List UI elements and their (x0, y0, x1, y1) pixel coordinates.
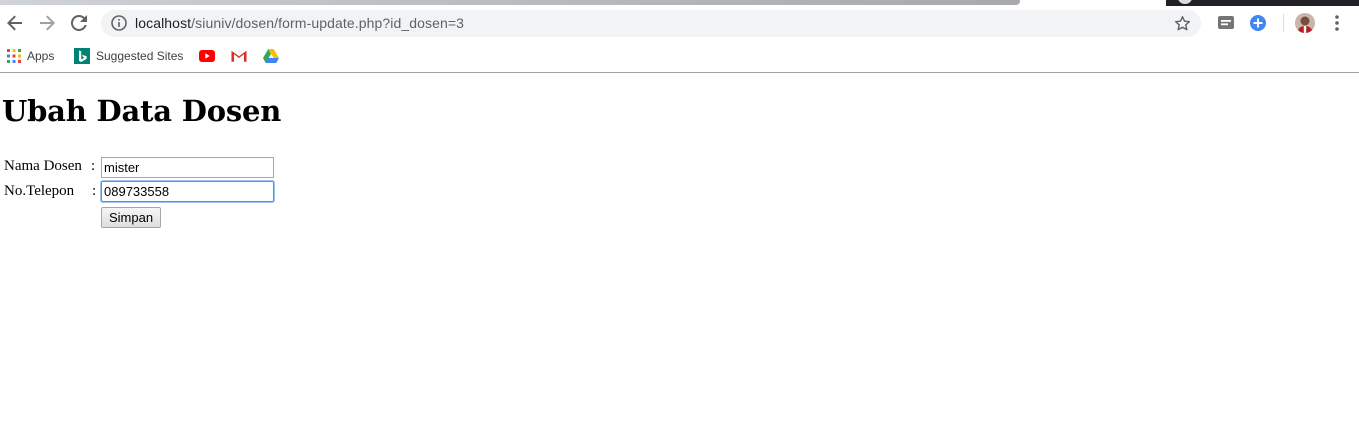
simpan-button[interactable]: Simpan (101, 207, 162, 228)
toolbar-separator (1283, 14, 1284, 32)
bing-icon (74, 48, 90, 64)
bookmark-youtube[interactable] (199, 48, 215, 64)
address-bar[interactable]: localhost/siuniv/dosen/form-update.php?i… (101, 10, 1201, 37)
forward-button[interactable] (35, 11, 59, 35)
tab-favicon (1178, 0, 1192, 4)
back-button[interactable] (3, 11, 27, 35)
browser-toolbar: localhost/siuniv/dosen/form-update.php?i… (0, 6, 1359, 40)
profile-avatar[interactable] (1295, 13, 1315, 33)
avatar-image (1295, 13, 1315, 33)
page-title: Ubah Data Dosen (2, 94, 282, 128)
url-path: /siuniv/dosen/form-update.php?id_dosen=3 (191, 15, 465, 31)
telepon-input[interactable] (101, 181, 274, 202)
nama-dosen-label: Nama Dosen (4, 158, 82, 174)
add-extension-icon[interactable] (1249, 14, 1267, 32)
gmail-icon (231, 50, 247, 62)
bookmark-google-drive[interactable] (263, 48, 279, 64)
nama-dosen-colon: : (91, 158, 96, 174)
url-host: localhost (135, 15, 192, 31)
nama-dosen-input[interactable] (101, 157, 274, 178)
google-drive-icon (263, 49, 279, 63)
bookmark-apps[interactable]: Apps (7, 48, 54, 64)
youtube-icon (199, 50, 215, 62)
bookmarks-bar: Apps Suggested Sites (0, 42, 1359, 72)
bookmark-suggested-sites-label: Suggested Sites (96, 49, 184, 63)
reload-button[interactable] (67, 11, 91, 35)
reload-icon (71, 15, 87, 31)
active-tab-edge[interactable] (0, 0, 1020, 5)
telepon-colon: : (92, 183, 97, 199)
chat-extension-icon[interactable] (1217, 14, 1235, 32)
bookmark-gmail[interactable] (231, 48, 247, 64)
url-text[interactable]: localhost/siuniv/dosen/form-update.php?i… (135, 15, 464, 31)
star-icon[interactable] (1174, 15, 1191, 32)
toolbar-divider (0, 72, 1359, 73)
forward-arrow-icon (40, 15, 55, 31)
more-vert-icon[interactable] (1330, 13, 1344, 33)
apps-grid-icon (7, 49, 21, 63)
bookmark-apps-label: Apps (27, 49, 55, 63)
telepon-label: No.Telepon (4, 183, 75, 199)
bookmark-suggested-sites[interactable]: Suggested Sites (74, 48, 183, 64)
info-icon[interactable] (111, 15, 127, 31)
back-arrow-icon (7, 15, 22, 31)
